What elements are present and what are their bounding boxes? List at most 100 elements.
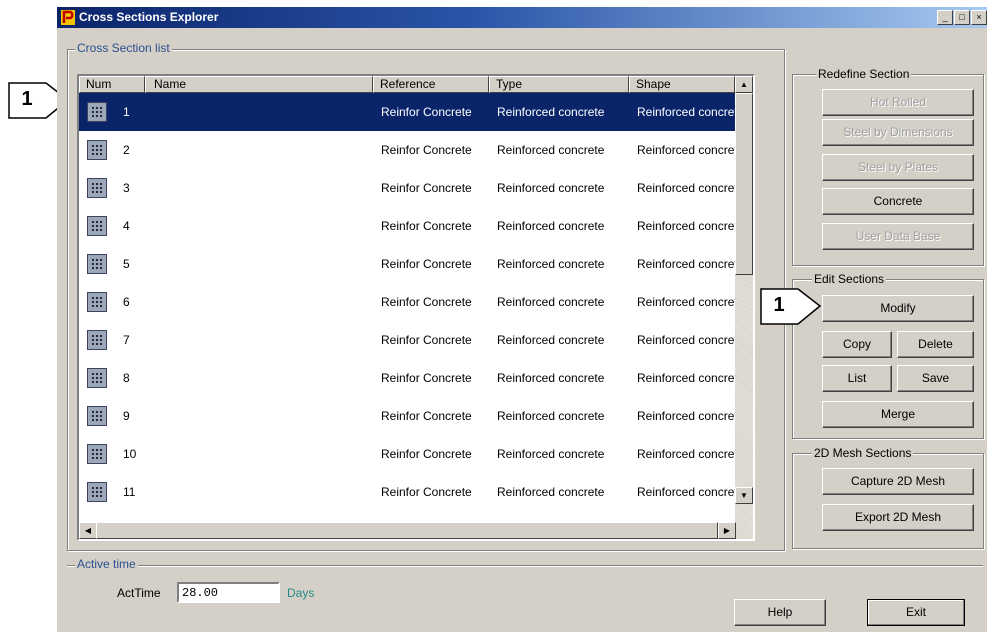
hot-rolled-button[interactable]: Hot Rolled <box>822 89 974 116</box>
help-button[interactable]: Help <box>734 599 826 626</box>
cross-section-list-label: Cross Section list <box>75 41 172 55</box>
edit-sections-label: Edit Sections <box>812 272 887 286</box>
scroll-up-icon[interactable]: ▲ <box>735 76 753 93</box>
row-shape-cell: Reinforced concrete <box>637 295 735 309</box>
close-button[interactable]: × <box>971 10 987 25</box>
row-num-cell: 5 <box>123 257 130 271</box>
column-header-type[interactable]: Type <box>489 76 629 93</box>
section-grid-icon <box>87 368 107 388</box>
table-row[interactable]: 5 Reinfor Concrete Reinforced concrete Rein… <box>79 245 735 283</box>
app-logo-icon <box>61 10 75 25</box>
section-grid-icon <box>87 102 107 122</box>
cross-section-list[interactable]: Num Name Reference Type Shape 1 Reinfor C… <box>77 74 755 541</box>
horizontal-scroll-thumb[interactable] <box>96 522 718 539</box>
row-shape-cell: Reinforced concrete <box>637 143 735 157</box>
row-type-cell: Reinforced concrete <box>497 105 605 119</box>
vertical-scroll-thumb[interactable] <box>735 93 753 275</box>
redefine-section-label: Redefine Section <box>816 67 912 81</box>
table-row[interactable]: 1 Reinfor Concrete Reinforced concrete Rein… <box>79 93 735 131</box>
horizontal-scrollbar[interactable]: ◀ ▶ <box>79 522 753 539</box>
steel-by-dimensions-button[interactable]: Steel by Dimensions <box>822 119 974 146</box>
row-num-cell: 7 <box>123 333 130 347</box>
row-shape-cell: Reinforced concrete <box>637 257 735 271</box>
merge-button[interactable]: Merge <box>822 401 974 428</box>
table-row[interactable]: 3 Reinfor Concrete Reinforced concrete Rein… <box>79 169 735 207</box>
active-time-label: Active time <box>75 557 138 571</box>
scroll-right-icon[interactable]: ▶ <box>718 522 736 539</box>
row-reference-cell: Reinfor Concrete <box>381 143 472 157</box>
row-num-cell: 10 <box>123 447 137 461</box>
copy-button[interactable]: Copy <box>822 331 892 358</box>
minimize-button[interactable]: _ <box>937 10 953 25</box>
row-type-cell: Reinforced concrete <box>497 485 605 499</box>
export-2d-mesh-button[interactable]: Export 2D Mesh <box>822 504 974 531</box>
row-type-cell: Reinforced concrete <box>497 143 605 157</box>
save-button[interactable]: Save <box>897 365 974 392</box>
row-shape-cell: Reinforced concrete <box>637 219 735 233</box>
table-row[interactable]: 11 Reinfor Concrete Reinforced concrete Rei… <box>79 473 735 511</box>
steel-by-plates-button[interactable]: Steel by Plates <box>822 154 974 181</box>
row-shape-cell: Reinforced concrete <box>637 447 735 461</box>
column-header-reference[interactable]: Reference <box>373 76 489 93</box>
table-row[interactable]: 9 Reinfor Concrete Reinforced concrete Rein… <box>79 397 735 435</box>
section-grid-icon <box>87 406 107 426</box>
row-type-cell: Reinforced concrete <box>497 295 605 309</box>
user-data-base-button[interactable]: User Data Base <box>822 223 974 250</box>
row-reference-cell: Reinfor Concrete <box>381 371 472 385</box>
section-grid-icon <box>87 140 107 160</box>
modify-button[interactable]: Modify <box>822 295 974 322</box>
scroll-left-icon[interactable]: ◀ <box>79 522 97 539</box>
concrete-button[interactable]: Concrete <box>822 188 974 215</box>
days-unit-label: Days <box>287 586 315 600</box>
row-shape-cell: Reinforced concrete <box>637 371 735 385</box>
vertical-scrollbar[interactable]: ▲ ▼ <box>735 76 753 522</box>
row-num-cell: 1 <box>123 105 130 119</box>
section-grid-icon <box>87 254 107 274</box>
cross-sections-explorer-window: Cross Sections Explorer _ □ × Cross Sect… <box>57 7 987 632</box>
window-title: Cross Sections Explorer <box>79 10 219 24</box>
row-type-cell: Reinforced concrete <box>497 371 605 385</box>
row-shape-cell: Reinforced concrete <box>637 181 735 195</box>
row-num-cell: 2 <box>123 143 130 157</box>
row-shape-cell: Reinforced concrete <box>637 409 735 423</box>
title-bar[interactable]: Cross Sections Explorer _ □ × <box>57 7 987 28</box>
table-row[interactable]: 7 Reinfor Concrete Reinforced concrete Rein… <box>79 321 735 359</box>
column-header-num[interactable]: Num <box>79 76 145 93</box>
table-row[interactable]: 8 Reinfor Concrete Reinforced concrete Rein… <box>79 359 735 397</box>
scroll-down-icon[interactable]: ▼ <box>735 487 753 504</box>
row-num-cell: 9 <box>123 409 130 423</box>
exit-button[interactable]: Exit <box>867 599 965 626</box>
capture-2d-mesh-button[interactable]: Capture 2D Mesh <box>822 468 974 495</box>
row-type-cell: Reinforced concrete <box>497 447 605 461</box>
callout-number: 1 <box>773 294 785 316</box>
row-reference-cell: Reinfor Concrete <box>381 333 472 347</box>
column-header-name[interactable]: Name <box>145 76 373 93</box>
section-grid-icon <box>87 330 107 350</box>
acttime-label: ActTime <box>117 586 161 600</box>
mesh-sections-label: 2D Mesh Sections <box>812 446 914 460</box>
maximize-button[interactable]: □ <box>954 10 970 25</box>
row-reference-cell: Reinfor Concrete <box>381 409 472 423</box>
list-body: 1 Reinfor Concrete Reinforced concrete Rein… <box>79 93 735 522</box>
acttime-input[interactable]: 28.00 <box>177 582 280 603</box>
table-row[interactable]: 6 Reinfor Concrete Reinforced concrete Rein… <box>79 283 735 321</box>
column-header-shape[interactable]: Shape <box>629 76 735 93</box>
table-row[interactable]: 4 Reinfor Concrete Reinforced concrete Rein… <box>79 207 735 245</box>
row-type-cell: Reinforced concrete <box>497 333 605 347</box>
row-type-cell: Reinforced concrete <box>497 219 605 233</box>
list-button[interactable]: List <box>822 365 892 392</box>
row-reference-cell: Reinfor Concrete <box>381 447 472 461</box>
row-reference-cell: Reinfor Concrete <box>381 219 472 233</box>
row-num-cell: 4 <box>123 219 130 233</box>
row-shape-cell: Reinforced concrete <box>637 105 735 119</box>
row-num-cell: 3 <box>123 181 130 195</box>
delete-button[interactable]: Delete <box>897 331 974 358</box>
row-type-cell: Reinforced concrete <box>497 409 605 423</box>
section-grid-icon <box>87 482 107 502</box>
row-reference-cell: Reinfor Concrete <box>381 485 472 499</box>
section-grid-icon <box>87 178 107 198</box>
table-row[interactable]: 10 Reinfor Concrete Reinforced concrete Rei… <box>79 435 735 473</box>
table-row[interactable]: 2 Reinfor Concrete Reinforced concrete Rein… <box>79 131 735 169</box>
row-reference-cell: Reinfor Concrete <box>381 295 472 309</box>
row-reference-cell: Reinfor Concrete <box>381 257 472 271</box>
